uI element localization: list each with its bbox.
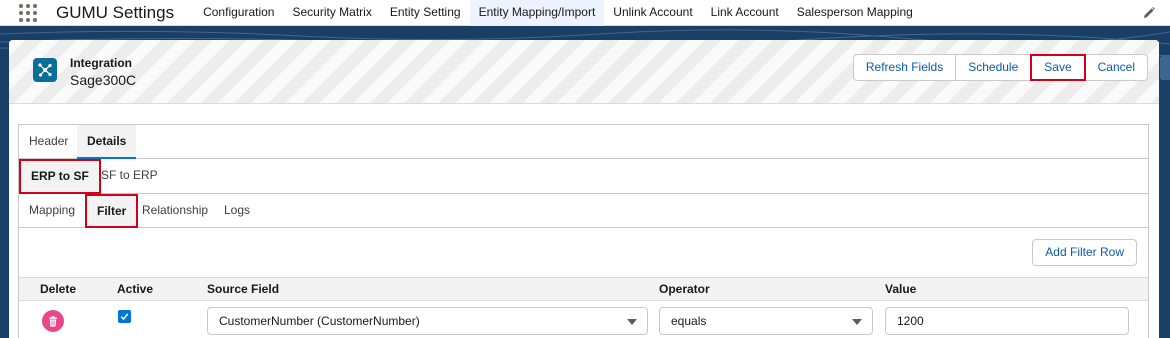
- refresh-fields-button[interactable]: Refresh Fields: [852, 54, 957, 81]
- tabset-primary: Header Details: [19, 125, 1148, 159]
- column-header-source-field: Source Field: [207, 282, 280, 296]
- filter-table-header: Delete Active Source Field Operator Valu…: [19, 277, 1148, 301]
- source-field-value: CustomerNumber (CustomerNumber): [219, 314, 420, 328]
- tab-sf-to-erp[interactable]: SF to ERP: [91, 159, 168, 192]
- column-header-operator: Operator: [659, 282, 710, 296]
- tabs-panel: Header Details ERP to SF SF to ERP Mappi…: [18, 124, 1149, 338]
- value-input[interactable]: 1200: [885, 307, 1129, 335]
- add-filter-row-button[interactable]: Add Filter Row: [1032, 239, 1137, 266]
- cancel-button[interactable]: Cancel: [1084, 54, 1148, 81]
- nav-item-entity-setting[interactable]: Entity Setting: [381, 0, 470, 26]
- nav-item-salesperson-mapping[interactable]: Salesperson Mapping: [788, 0, 922, 26]
- chevron-down-icon: [627, 319, 637, 325]
- tab-details[interactable]: Details: [77, 125, 137, 159]
- operator-value: equals: [671, 314, 707, 328]
- nav-item-security-matrix[interactable]: Security Matrix: [283, 0, 380, 26]
- save-button[interactable]: Save: [1030, 54, 1086, 81]
- tab-relationship[interactable]: Relationship: [132, 194, 218, 227]
- value-input-text: 1200: [897, 314, 924, 328]
- column-header-delete: Delete: [40, 282, 77, 296]
- integration-icon: [33, 58, 57, 82]
- app-name: GUMU Settings: [56, 2, 175, 22]
- nav-item-link-account[interactable]: Link Account: [702, 0, 788, 26]
- table-row: CustomerNumber (CustomerNumber) equals 1…: [19, 302, 1148, 338]
- tab-header[interactable]: Header: [19, 125, 78, 158]
- schedule-button[interactable]: Schedule: [955, 54, 1032, 81]
- chevron-down-icon: [852, 319, 862, 325]
- record-title: Sage300C: [70, 72, 137, 88]
- active-checkbox[interactable]: [118, 310, 131, 323]
- record-type-label: Integration: [70, 56, 132, 70]
- header-action-buttons: Refresh Fields Schedule Save Cancel: [852, 54, 1148, 81]
- tabset-detail-sections: Mapping Filter Relationship Logs: [19, 194, 1148, 228]
- top-nav-bar: GUMU Settings Configuration Security Mat…: [0, 0, 1170, 26]
- tab-erp-to-sf[interactable]: ERP to SF: [19, 159, 101, 194]
- checkmark-icon: [120, 313, 129, 321]
- record-header: Integration Sage300C Refresh Fields Sche…: [9, 40, 1159, 104]
- nav-items: Configuration Security Matrix Entity Set…: [194, 0, 922, 26]
- column-header-value: Value: [885, 282, 917, 296]
- integration-card: Integration Sage300C Refresh Fields Sche…: [9, 40, 1159, 338]
- nav-item-configuration[interactable]: Configuration: [194, 0, 283, 26]
- app-launcher-icon[interactable]: [19, 3, 37, 22]
- tab-filter[interactable]: Filter: [85, 194, 139, 228]
- tabset-direction: ERP to SF SF to ERP: [19, 159, 1148, 194]
- edit-pencil-icon[interactable]: [1142, 6, 1156, 20]
- side-panel-handle[interactable]: [1160, 56, 1170, 80]
- nav-item-entity-mapping-import[interactable]: Entity Mapping/Import: [469, 0, 605, 26]
- delete-row-button[interactable]: [42, 310, 64, 332]
- tab-logs[interactable]: Logs: [214, 194, 260, 227]
- trash-icon: [49, 315, 57, 326]
- column-header-active: Active: [117, 282, 154, 296]
- operator-select[interactable]: equals: [659, 307, 873, 335]
- tab-mapping[interactable]: Mapping: [19, 194, 85, 227]
- nav-item-unlink-account[interactable]: Unlink Account: [604, 0, 701, 26]
- source-field-select[interactable]: CustomerNumber (CustomerNumber): [207, 307, 648, 335]
